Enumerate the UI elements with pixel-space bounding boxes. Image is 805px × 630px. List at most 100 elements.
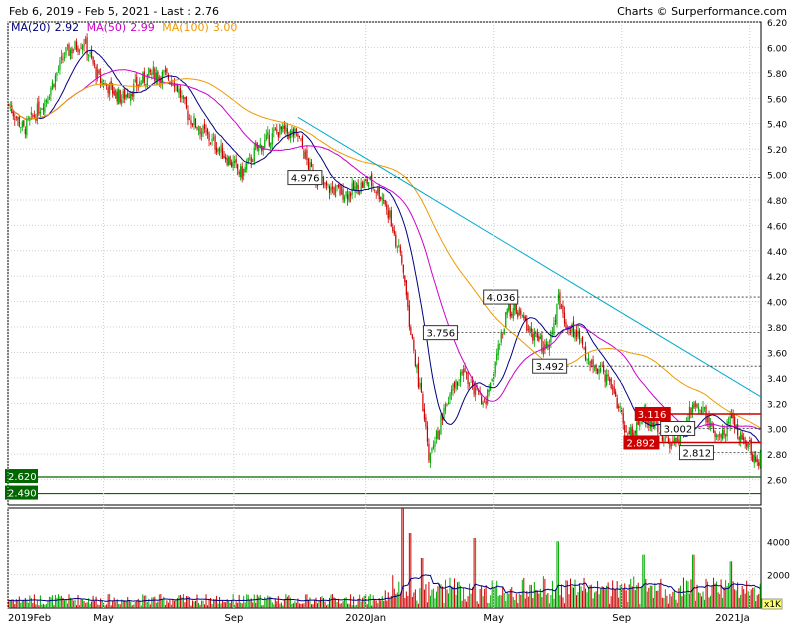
volume-bar [332,594,334,608]
candle-body [393,230,395,235]
volume-bar [97,604,99,608]
candle-body [238,171,240,174]
candle-body [17,117,19,120]
candle-body [556,304,558,325]
candle-body [84,38,87,44]
candle-body [755,456,757,462]
volume-bar [646,591,648,608]
volume-bar [589,585,591,608]
volume-bar [454,578,456,608]
candle-body [517,312,519,317]
candle-body [229,156,231,166]
candle-body [185,96,188,109]
candle-body [723,429,725,436]
candle-body [696,403,698,408]
volume-bar [565,580,567,608]
volume-bar [411,596,413,608]
volume-bar [413,592,415,608]
volume-bar [598,594,600,608]
candle-body [270,143,272,149]
candle-body [453,381,456,388]
dashed-level-label: 4.036 [487,293,516,304]
volume-bar [729,561,731,608]
volume-bar [54,594,56,608]
candle-body [32,115,34,117]
candle-body [658,433,660,435]
volume-bar [128,600,130,608]
volume-bar [592,598,594,608]
volume-bar [545,594,547,608]
candle-body [606,374,608,385]
candle-body [410,327,412,335]
x-tick-label: Sep [224,613,243,624]
candle-body [429,453,432,463]
volume-bar [563,603,565,608]
volume-bar [591,584,593,608]
x-tick-label: 2021Ja [715,613,750,624]
volume-bar [381,596,383,608]
volume-bar [585,588,587,608]
candle-body [589,361,591,366]
volume-bar [258,596,260,608]
candle-body [634,430,636,434]
candle-body [337,184,340,188]
candle-body [520,310,522,315]
candle-body [327,183,329,185]
candle-body [75,41,78,50]
candle-body [80,48,82,50]
candle-body [414,353,416,366]
volume-bar [274,598,276,608]
volume-bar [247,594,249,608]
volume-bar [50,597,52,608]
volume-bar [627,601,629,608]
candle-body [250,157,252,163]
price-tick-label: 6.20 [767,19,787,29]
dashed-level-label: 4.976 [291,174,320,185]
candle-body [446,403,448,405]
volume-bar [130,601,132,608]
candle-body [336,185,338,187]
volume-bar [371,605,373,608]
candle-body [402,265,404,273]
volume-bar [396,592,398,608]
candle-body [199,126,201,135]
volume-bar [491,580,493,608]
candle-body [363,180,365,189]
volume-bar [743,589,745,608]
volume-bar [265,598,267,608]
candle-body [197,129,200,131]
volume-bar [601,586,603,608]
volume-bar [710,595,712,608]
volume-bar [329,597,331,608]
volume-bar [294,601,296,608]
candle-body [756,459,758,462]
candle-body [702,407,704,414]
candle-body [533,332,535,341]
volume-bar [434,598,436,608]
price-tick-label: 5.80 [767,70,787,80]
volume-bar [717,592,719,608]
volume-bar [734,589,736,608]
volume-bar [449,577,451,608]
volume-bar [187,596,189,608]
candle-body [601,365,603,367]
volume-bar [291,603,293,608]
candle-body [657,422,659,433]
volume-bar [12,599,14,608]
volume-bar [285,594,287,608]
volume-bar [110,605,112,608]
volume-bar [240,602,242,608]
volume-bar [744,593,746,608]
volume-bar [35,604,37,608]
volume-bar [682,577,684,608]
volume-bar [276,601,278,608]
candle-body [280,126,282,130]
candle-body [151,73,153,76]
candle-body [598,369,600,374]
candle-body [494,361,496,374]
candle-body [538,335,540,341]
volume-bar [125,600,127,608]
candle-body [444,404,447,411]
candle-body [557,294,560,302]
volume-bar [496,580,498,608]
